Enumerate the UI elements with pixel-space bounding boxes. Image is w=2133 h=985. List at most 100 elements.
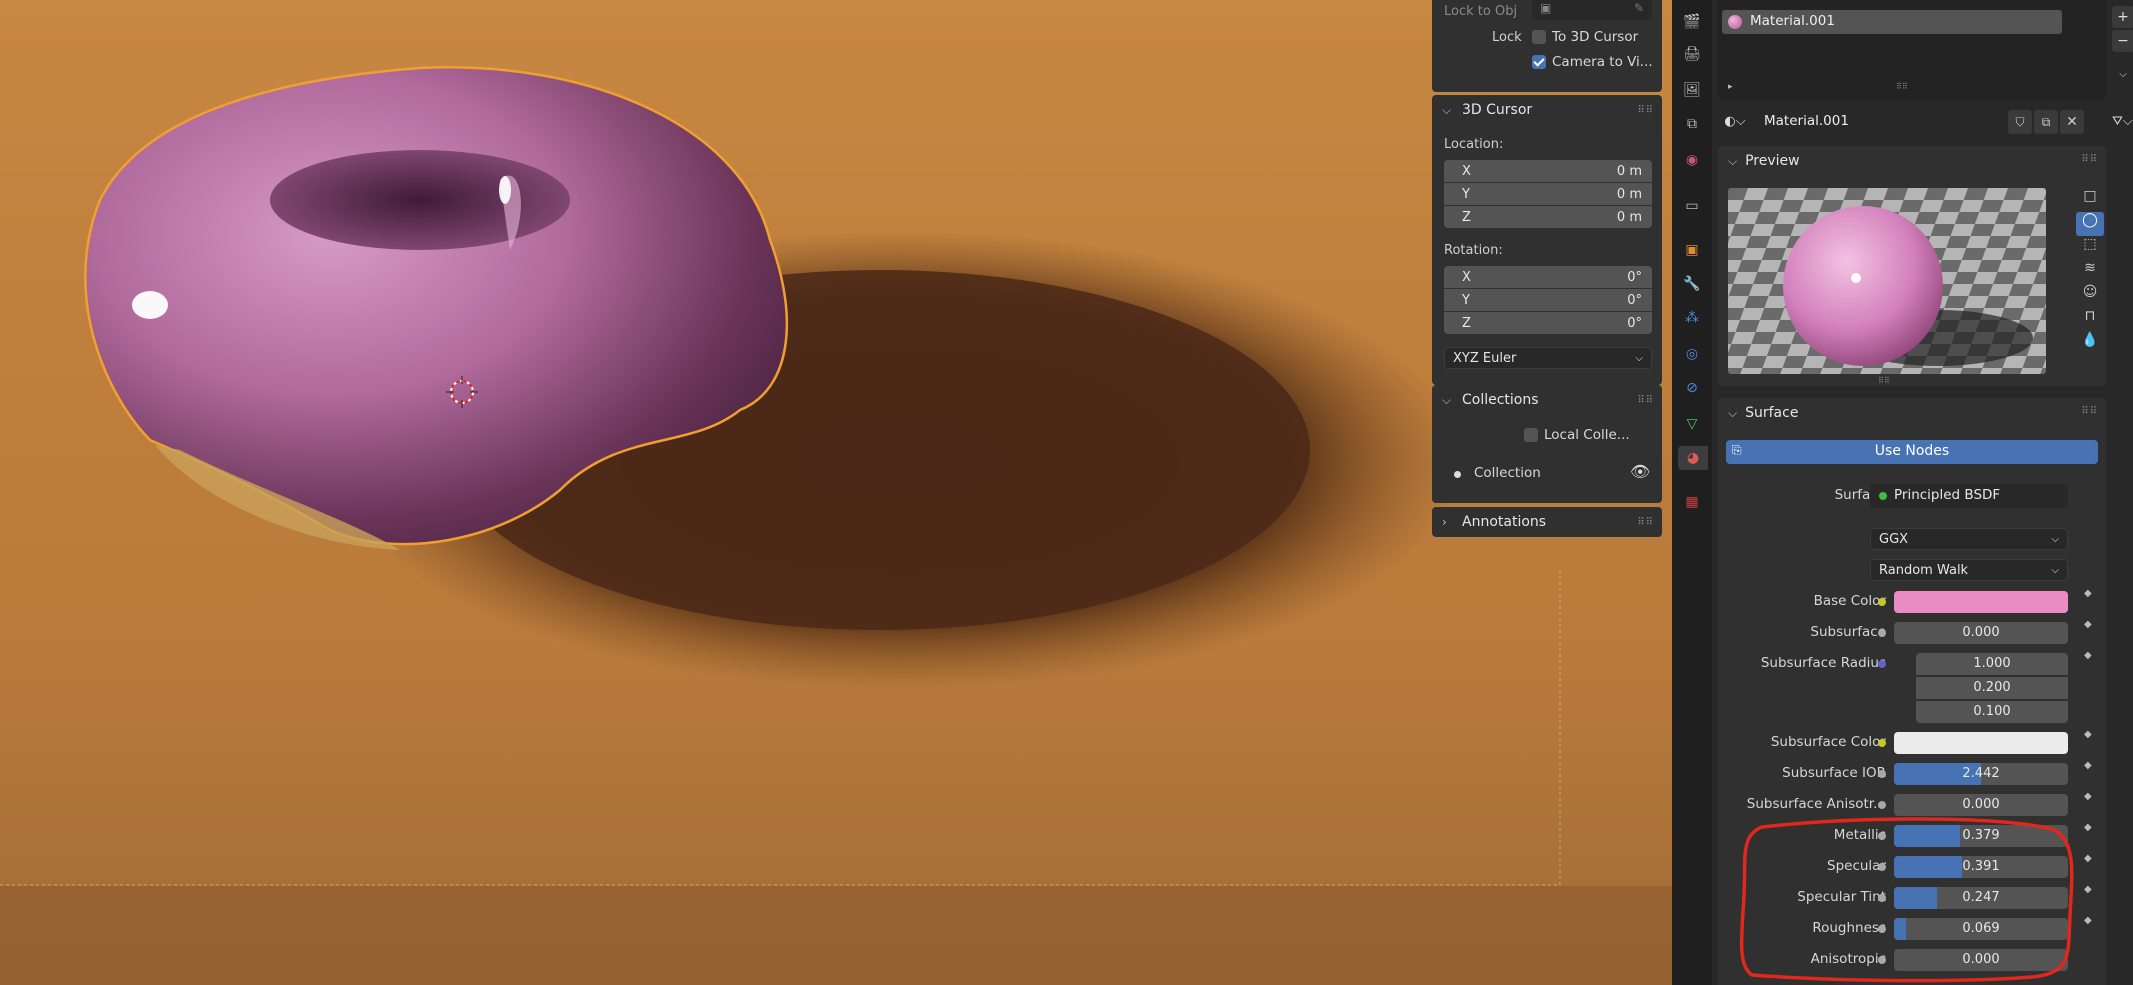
collection-name[interactable]: Collection <box>1474 465 1541 481</box>
subsurface-ior-slider[interactable]: 2.442 <box>1894 763 2068 785</box>
keyframe-dot-icon[interactable]: ◆ <box>2084 619 2098 650</box>
subsurface-slider[interactable]: 0.000 <box>1894 622 2068 644</box>
use-nodes-button[interactable]: ⎘ Use Nodes <box>1726 440 2098 464</box>
view-layer-tab-icon[interactable]: ⧉ <box>1680 112 1704 136</box>
lock-object-field[interactable]: ▣ ✎ <box>1532 0 1652 20</box>
material-properties: Material.001 ▸ ⠿⠿ + − ⌵ ◐⌵ Material.001 … <box>1712 0 2133 985</box>
camera-to-view-checkbox[interactable]: Camera to Vi... <box>1532 54 1653 70</box>
render-tab-icon[interactable]: 🖨 <box>1680 42 1704 66</box>
surface-header[interactable]: ⌵ Surface <box>1718 398 2106 428</box>
cursor-location-z[interactable]: Z0 m <box>1444 206 1652 228</box>
local-collections-checkbox[interactable]: Local Colle... <box>1524 427 1630 443</box>
drag-handle-icon[interactable]: ⠿⠿ <box>2081 406 2098 417</box>
filter-node-icon[interactable]: ⛛⌵ <box>2112 110 2133 134</box>
material-slot-item[interactable]: Material.001 <box>1722 10 2062 34</box>
browse-material-button[interactable]: ◐⌵ <box>1718 110 1752 134</box>
view-lock-panel: Lock to Obj ▣ ✎ Lock To 3D Cursor Camera… <box>1432 0 1662 92</box>
object-tab-icon[interactable]: ▣ <box>1680 238 1704 262</box>
properties-editor: 🎬 🖨 🖼 ⧉ ◉ ▭ ▣ 🔧 ⁂ ◎ ⊘ ▽ ◕ ▦ Material.001… <box>1672 0 2133 985</box>
drag-handle-icon[interactable]: ⠿⠿ <box>1637 395 1654 406</box>
remove-slot-button[interactable]: − <box>2112 30 2133 52</box>
preview-monkey-icon[interactable]: ☺ <box>2076 284 2104 308</box>
preview-fluid-icon[interactable]: 💧 <box>2076 332 2104 356</box>
annotations-header[interactable]: › Annotations ⠿⠿ <box>1432 507 1662 537</box>
preview-flat-icon[interactable]: □ <box>2076 188 2104 212</box>
subsurface-method-dropdown[interactable]: Random Walk ⌵ <box>1870 559 2068 581</box>
texture-tab-icon[interactable]: ▦ <box>1680 490 1704 514</box>
keyframe-dot-icon[interactable]: ◆ <box>2084 650 2098 681</box>
constraints-tab-icon[interactable]: ⊘ <box>1680 376 1704 400</box>
preview-hair-icon[interactable]: ≋ <box>2076 260 2104 284</box>
base-color-label: Base Color <box>1813 593 1886 609</box>
socket-icon[interactable] <box>1878 739 1886 747</box>
keyframe-dot-icon[interactable]: ◆ <box>2084 760 2098 791</box>
output-tab-icon[interactable]: 🖼 <box>1680 78 1704 102</box>
3d-cursor-header[interactable]: ⌵ 3D Cursor ⠿⠿ <box>1432 95 1662 125</box>
collection-bullet-icon <box>1454 471 1461 478</box>
particles-tab-icon[interactable]: ⁂ <box>1680 306 1704 330</box>
keyframe-dot-icon[interactable]: ◆ <box>2084 588 2098 619</box>
eyedropper-icon[interactable]: ✎ <box>1634 1 1644 15</box>
keyframe-dot-icon[interactable]: ◆ <box>2084 729 2098 760</box>
base-color-swatch[interactable] <box>1894 591 2068 613</box>
drag-handle-icon[interactable]: ⠿⠿ <box>2081 154 2098 165</box>
preview-cloth-icon[interactable]: ⊓ <box>2076 308 2104 332</box>
surface-shader-field[interactable]: Principled BSDF <box>1870 484 2068 508</box>
resize-handle-icon[interactable]: ⠿⠿ <box>1878 376 1890 385</box>
socket-icon[interactable] <box>1878 801 1886 809</box>
keyframe-dot-icon[interactable]: ◆ <box>2084 884 2098 915</box>
distribution-dropdown[interactable]: GGX ⌵ <box>1870 528 2068 550</box>
preview-cube-icon[interactable]: ⬚ <box>2076 236 2104 260</box>
cursor-rotation-x[interactable]: X 0° <box>1444 266 1652 288</box>
data-tab-icon[interactable]: ▽ <box>1680 412 1704 436</box>
socket-icon[interactable] <box>1878 598 1886 606</box>
add-slot-button[interactable]: + <box>2112 6 2133 28</box>
subsurface-radius-y[interactable]: 0.200 <box>1916 677 2068 699</box>
chevron-down-icon: ⌵ <box>2051 533 2059 545</box>
cursor-rotation-z[interactable]: Z 0° <box>1444 312 1652 334</box>
subsurface-radius-x[interactable]: 1.000 <box>1916 653 2068 675</box>
modifier-tab-icon[interactable]: 🔧 <box>1680 272 1704 296</box>
drag-handle-icon[interactable]: ⠿⠿ <box>1637 105 1654 116</box>
keyframe-dot-icon[interactable]: ◆ <box>2084 822 2098 853</box>
subsurface-radius-z[interactable]: 0.100 <box>1916 701 2068 723</box>
keyframe-dot-icon[interactable]: ◆ <box>2084 791 2098 822</box>
expand-triangle-icon[interactable]: ▸ <box>1728 82 1733 92</box>
material-name-field[interactable]: Material.001 <box>1754 110 2004 134</box>
keyframe-dot-icon[interactable]: ◆ <box>2084 853 2098 884</box>
subsurface-anisotropy-slider[interactable]: 0.000 <box>1894 794 2068 816</box>
rotation-mode-dropdown[interactable]: XYZ Euler ⌵ <box>1444 347 1652 369</box>
chevron-down-icon: ⌵ <box>2051 564 2059 576</box>
duplicate-material-icon[interactable]: ⧉ <box>2034 110 2058 134</box>
annotations-panel: › Annotations ⠿⠿ <box>1432 507 1662 537</box>
cursor-location-x[interactable]: X0 m <box>1444 160 1652 182</box>
eye-icon[interactable]: 👁 <box>1630 462 1650 481</box>
socket-icon[interactable] <box>1878 629 1886 637</box>
surface-shader-row: Surface Principled BSDF <box>1718 484 2106 508</box>
tool-tab-icon[interactable]: 🎬 <box>1680 10 1704 34</box>
3d-viewport[interactable]: Lock to Obj ▣ ✎ Lock To 3D Cursor Camera… <box>0 0 1672 985</box>
material-slot-list[interactable]: Material.001 ▸ ⠿⠿ <box>1718 0 2106 100</box>
drag-handle-icon[interactable]: ⠿⠿ <box>1637 517 1654 528</box>
slot-specials-button[interactable]: ⌵ <box>2112 64 2133 86</box>
cursor-location-y[interactable]: Y0 m <box>1444 183 1652 205</box>
panel-title: Surface <box>1745 405 1799 421</box>
lock-label: Lock <box>1492 30 1522 45</box>
cursor-rotation-y[interactable]: Y 0° <box>1444 289 1652 311</box>
scene-tab-icon[interactable]: ◉ <box>1680 148 1704 172</box>
unlink-material-icon[interactable]: ✕ <box>2060 110 2084 134</box>
collection-tab-icon[interactable]: ▭ <box>1680 194 1704 218</box>
socket-icon[interactable] <box>1878 770 1886 778</box>
preview-sphere-icon[interactable]: ◯ <box>2076 212 2104 236</box>
physics-tab-icon[interactable]: ◎ <box>1680 342 1704 366</box>
to-3d-cursor-checkbox[interactable]: To 3D Cursor <box>1532 29 1638 45</box>
material-tab-icon[interactable]: ◕ <box>1678 446 1708 470</box>
socket-icon[interactable] <box>1878 660 1886 668</box>
keyframe-dot-icon[interactable]: ◆ <box>2084 915 2098 946</box>
collections-header[interactable]: ⌵ Collections ⠿⠿ <box>1432 385 1662 415</box>
fake-user-shield-icon[interactable]: ⛉ <box>2008 110 2032 134</box>
preview-header[interactable]: ⌵ Preview <box>1718 146 2106 176</box>
resize-handle-icon[interactable]: ⠿⠿ <box>1896 82 1908 91</box>
use-nodes-label: Use Nodes <box>1874 443 1950 459</box>
subsurface-color-swatch[interactable] <box>1894 732 2068 754</box>
